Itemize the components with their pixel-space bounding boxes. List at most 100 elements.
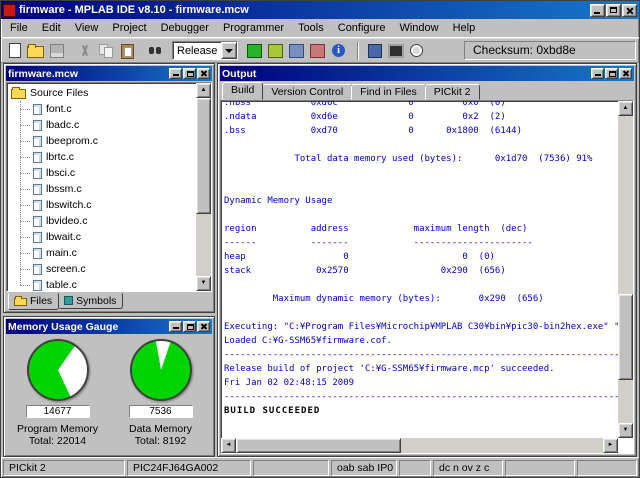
output-line: region address maximum length (dec) — [224, 222, 618, 236]
tree-file-lbadc-c[interactable]: lbadc.c — [11, 117, 196, 133]
open-file-icon[interactable] — [26, 42, 45, 59]
minimize-icon — [595, 74, 601, 76]
tree-file-label: lbwait.c — [46, 231, 81, 243]
project-minimize-button[interactable] — [169, 68, 182, 79]
build-configuration-select[interactable]: Release — [172, 41, 238, 60]
tree-file-screen-c[interactable]: screen.c — [11, 261, 196, 277]
gauge-window-titlebar[interactable]: Memory Usage Gauge — [6, 319, 212, 334]
output-tab-pickit-2[interactable]: PICkit 2 — [425, 84, 480, 100]
title-bar[interactable]: firmware - MPLAB IDE v8.10 - firmware.mc… — [1, 1, 639, 19]
scroll-up-button[interactable]: ▲ — [618, 101, 633, 116]
read-target-icon[interactable] — [308, 42, 327, 59]
tree-file-lbsci-c[interactable]: lbsci.c — [11, 165, 196, 181]
project-tree-scrollbar[interactable]: ▲ ▼ — [196, 83, 211, 291]
gauge-close-button[interactable] — [197, 321, 210, 332]
tree-file-table-c[interactable]: table.c — [11, 277, 196, 291]
new-file-icon[interactable] — [5, 42, 24, 59]
tab-symbols[interactable]: Symbols — [58, 293, 123, 309]
close-button[interactable] — [622, 4, 637, 17]
menu-help[interactable]: Help — [446, 20, 483, 36]
output-tab-version-control[interactable]: Version Control — [262, 84, 352, 100]
gauge-minimize-button[interactable] — [169, 321, 182, 332]
tree-file-lbswitch-c[interactable]: lbswitch.c — [11, 197, 196, 213]
execute-icon[interactable] — [365, 42, 384, 59]
output-tab-find-in-files[interactable]: Find in Files — [351, 84, 426, 100]
menu-debugger[interactable]: Debugger — [154, 20, 216, 36]
project-close-button[interactable] — [197, 68, 210, 79]
gauge-body: 14677 Program Memory Total: 22014 7536 D… — [6, 334, 212, 454]
project-window-titlebar[interactable]: firmware.mcw — [6, 66, 212, 81]
source-file-icon — [33, 104, 42, 115]
tree-file-lbeeprom-c[interactable]: lbeeprom.c — [11, 133, 196, 149]
copy-icon[interactable] — [96, 42, 115, 59]
output-maximize-button[interactable] — [605, 68, 618, 79]
output-line — [224, 278, 618, 292]
output-tab-strip: BuildVersion ControlFind in FilesPICkit … — [220, 81, 634, 100]
scrollbar-track[interactable] — [196, 98, 211, 276]
gauge-maximize-button[interactable] — [183, 321, 196, 332]
data-memory-pie — [130, 339, 192, 401]
output-line: Dynamic Memory Usage — [224, 194, 618, 208]
output-line: Total data memory used (bytes): 0x1d70 (… — [224, 152, 618, 166]
files-tab-folder-icon — [14, 298, 27, 306]
build-all-icon[interactable] — [266, 42, 285, 59]
scrollbar-thumb[interactable] — [236, 438, 401, 453]
scrollbar-track[interactable] — [236, 438, 603, 453]
scroll-down-button[interactable]: ▼ — [618, 423, 633, 438]
combo-dropdown-button[interactable] — [221, 42, 237, 59]
status-cell-dc-n-ov-z-c: dc n ov z c — [433, 460, 503, 476]
tree-file-font-c[interactable]: font.c — [11, 101, 196, 117]
menu-window[interactable]: Window — [392, 20, 445, 36]
tree-file-lbrtc-c[interactable]: lbrtc.c — [11, 149, 196, 165]
scrollbar-thumb[interactable] — [196, 98, 211, 214]
scroll-up-button[interactable]: ▲ — [196, 83, 211, 98]
find-icon[interactable] — [145, 42, 164, 59]
output-window-titlebar[interactable]: Output — [220, 66, 634, 81]
cut-icon[interactable] — [75, 42, 94, 59]
device-select-icon[interactable] — [386, 42, 405, 59]
save-file-icon[interactable] — [47, 42, 66, 59]
maximize-button[interactable] — [606, 4, 621, 17]
tree-file-main-c[interactable]: main.c — [11, 245, 196, 261]
stopwatch-icon[interactable] — [407, 42, 426, 59]
tree-connector-line — [20, 101, 21, 285]
scrollbar-track[interactable] — [618, 116, 633, 423]
menu-view[interactable]: View — [68, 20, 106, 36]
output-close-button[interactable] — [619, 68, 632, 79]
build-changed-icon[interactable] — [245, 42, 264, 59]
minimize-button[interactable] — [590, 4, 605, 17]
scroll-right-button[interactable]: ► — [603, 438, 618, 453]
program-memory-value: 14677 — [26, 405, 90, 418]
menu-configure[interactable]: Configure — [331, 20, 393, 36]
source-file-icon — [33, 120, 42, 131]
scroll-left-button[interactable]: ◄ — [221, 438, 236, 453]
tree-file-label: lbssm.c — [46, 183, 82, 195]
output-line: ----------------------------------------… — [224, 390, 618, 404]
memory-gauge-window: Memory Usage Gauge 14677 Program Memory … — [3, 316, 215, 457]
build-configuration-value: Release — [173, 45, 221, 57]
menu-file[interactable]: File — [3, 20, 35, 36]
output-vertical-scrollbar[interactable]: ▲ ▼ — [618, 101, 633, 438]
program-target-icon[interactable] — [287, 42, 306, 59]
build-output-pane[interactable]: .nbss 0xd6c 0 0x0 (0).ndata 0xd6e 0 0x2 … — [220, 100, 634, 454]
paste-icon[interactable] — [117, 42, 136, 59]
menu-programmer[interactable]: Programmer — [216, 20, 291, 36]
file-toolbar-group — [4, 42, 67, 59]
about-icon[interactable] — [329, 42, 348, 59]
status-bar: PICkit 2PIC24FJ64GA002oab sab IP0dc n ov… — [1, 457, 639, 477]
menu-project[interactable]: Project — [105, 20, 153, 36]
output-minimize-button[interactable] — [591, 68, 604, 79]
tree-file-lbssm-c[interactable]: lbssm.c — [11, 181, 196, 197]
source-file-icon — [33, 184, 42, 195]
scroll-down-button[interactable]: ▼ — [196, 276, 211, 291]
menu-tools[interactable]: Tools — [291, 20, 331, 36]
output-horizontal-scrollbar[interactable]: ◄ ► — [221, 438, 618, 453]
scrollbar-thumb[interactable] — [618, 294, 633, 380]
menu-edit[interactable]: Edit — [35, 20, 68, 36]
project-maximize-button[interactable] — [183, 68, 196, 79]
tree-file-lbwait-c[interactable]: lbwait.c — [11, 229, 196, 245]
tree-file-lbvideo-c[interactable]: lbvideo.c — [11, 213, 196, 229]
tree-folder-source-files[interactable]: Source Files — [11, 85, 196, 101]
output-tab-build[interactable]: Build — [222, 82, 263, 100]
tab-files[interactable]: Files — [8, 293, 59, 310]
